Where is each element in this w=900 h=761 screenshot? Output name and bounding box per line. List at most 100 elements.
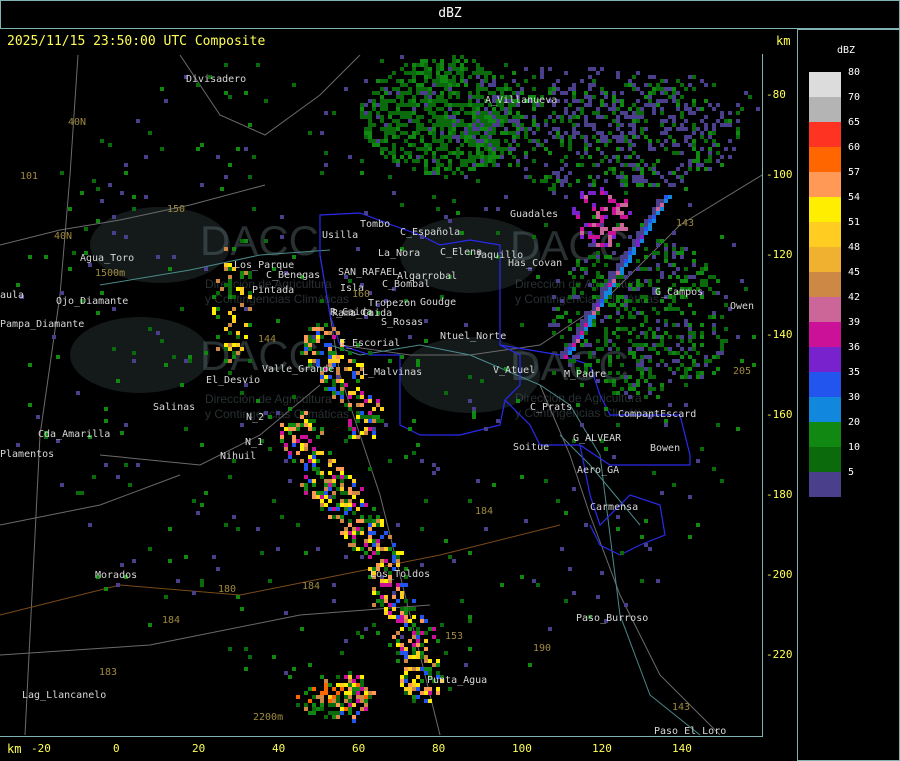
radar-echo-cell bbox=[268, 447, 272, 451]
radar-echo-cell bbox=[620, 375, 624, 379]
radar-echo-cell bbox=[484, 115, 488, 119]
radar-echo-cell bbox=[656, 267, 660, 271]
radar-echo-cell bbox=[424, 167, 428, 171]
radar-echo-cell bbox=[608, 287, 612, 291]
radar-echo-cell bbox=[508, 143, 512, 147]
radar-echo-cell bbox=[368, 399, 372, 403]
place-label: Rama_Caida bbox=[332, 308, 392, 319]
radar-echo-cell bbox=[600, 243, 604, 247]
radar-echo-cell bbox=[460, 67, 464, 71]
radar-echo-cell bbox=[624, 191, 628, 195]
timestamp-label: 2025/11/15 23:50:00 UTC Composite bbox=[7, 34, 266, 49]
radar-echo-cell bbox=[120, 563, 124, 567]
radar-echo-cell bbox=[484, 143, 488, 147]
radar-echo-cell bbox=[476, 75, 480, 79]
radar-echo-cell bbox=[320, 335, 324, 339]
radar-echo-cell bbox=[692, 311, 696, 315]
radar-echo-cell bbox=[556, 131, 560, 135]
radar-echo-cell bbox=[468, 167, 472, 171]
radar-echo-cell bbox=[292, 439, 296, 443]
radar-echo-cell bbox=[320, 691, 324, 695]
radar-map[interactable]: DACC Dirección de Agricultura y Continge… bbox=[0, 55, 762, 735]
radar-echo-cell bbox=[400, 627, 404, 631]
radar-echo-cell bbox=[340, 379, 344, 383]
radar-echo-cell bbox=[352, 375, 356, 379]
radar-echo-cell bbox=[480, 103, 484, 107]
radar-echo-cell bbox=[608, 295, 612, 299]
radar-echo-cell bbox=[692, 87, 696, 91]
legend-swatch bbox=[809, 122, 841, 147]
radar-echo-cell bbox=[592, 179, 596, 183]
radar-echo-cell bbox=[308, 339, 312, 343]
radar-echo-cell bbox=[356, 411, 360, 415]
radar-echo-cell bbox=[552, 119, 556, 123]
radar-echo-cell bbox=[384, 599, 388, 603]
road-number-label: 183 bbox=[99, 667, 117, 678]
radar-echo-cell bbox=[580, 195, 584, 199]
radar-echo-cell bbox=[688, 107, 692, 111]
radar-echo-cell bbox=[432, 159, 436, 163]
radar-echo-cell bbox=[356, 435, 360, 439]
place-label: A_Villanueva bbox=[485, 95, 557, 106]
radar-echo-cell bbox=[660, 91, 664, 95]
radar-echo-cell bbox=[324, 683, 328, 687]
radar-echo-cell bbox=[656, 335, 660, 339]
radar-echo-cell bbox=[636, 107, 640, 111]
radar-echo-cell bbox=[704, 83, 708, 87]
radar-echo-cell bbox=[92, 179, 96, 183]
radar-echo-cell bbox=[332, 495, 336, 499]
radar-echo-cell bbox=[572, 291, 576, 295]
radar-echo-cell bbox=[324, 151, 328, 155]
radar-echo-cell bbox=[360, 555, 364, 559]
radar-echo-cell bbox=[424, 691, 428, 695]
radar-echo-cell bbox=[472, 167, 476, 171]
radar-echo-cell bbox=[596, 259, 600, 263]
radar-echo-cell bbox=[468, 159, 472, 163]
radar-echo-cell bbox=[328, 703, 332, 707]
radar-echo-cell bbox=[336, 515, 340, 519]
radar-echo-cell bbox=[60, 483, 64, 487]
radar-echo-cell bbox=[412, 63, 416, 67]
radar-echo-cell bbox=[700, 447, 704, 451]
radar-echo-cell bbox=[632, 119, 636, 123]
radar-echo-cell bbox=[112, 347, 116, 351]
radar-echo-cell bbox=[664, 363, 668, 367]
radar-echo-cell bbox=[476, 155, 480, 159]
radar-echo-cell bbox=[396, 615, 400, 619]
radar-echo-cell bbox=[400, 683, 404, 687]
radar-echo-cell bbox=[652, 219, 656, 223]
radar-echo-cell bbox=[132, 207, 136, 211]
radar-echo-cell bbox=[360, 111, 364, 115]
radar-echo-cell bbox=[440, 79, 444, 83]
radar-map-canvas[interactable]: DACC Dirección de Agricultura y Continge… bbox=[0, 55, 762, 735]
radar-echo-cell bbox=[588, 343, 592, 347]
radar-echo-cell bbox=[424, 687, 428, 691]
radar-echo-cell bbox=[604, 295, 608, 299]
radar-echo-cell bbox=[228, 291, 232, 295]
radar-echo-cell bbox=[584, 315, 588, 319]
radar-echo-cell bbox=[692, 335, 696, 339]
radar-echo-cell bbox=[436, 147, 440, 151]
radar-echo-cell bbox=[668, 95, 672, 99]
radar-echo-cell bbox=[512, 115, 516, 119]
radar-echo-cell bbox=[640, 323, 644, 327]
radar-echo-cell bbox=[424, 99, 428, 103]
radar-echo-cell bbox=[488, 71, 492, 75]
place-label: N_2 bbox=[246, 412, 264, 423]
radar-echo-cell bbox=[452, 67, 456, 71]
radar-echo-cell bbox=[492, 107, 496, 111]
radar-echo-cell bbox=[216, 291, 220, 295]
radar-echo-cell bbox=[436, 71, 440, 75]
radar-echo-cell bbox=[580, 135, 584, 139]
radar-echo-cell bbox=[660, 271, 664, 275]
radar-echo-cell bbox=[648, 371, 652, 375]
radar-echo-cell bbox=[428, 95, 432, 99]
radar-echo-cell bbox=[132, 351, 136, 355]
radar-echo-cell bbox=[328, 515, 332, 519]
radar-echo-cell bbox=[396, 123, 400, 127]
radar-echo-cell bbox=[552, 371, 556, 375]
radar-echo-cell bbox=[412, 631, 416, 635]
radar-echo-cell bbox=[748, 95, 752, 99]
radar-echo-cell bbox=[664, 127, 668, 131]
radar-echo-cell bbox=[684, 375, 688, 379]
